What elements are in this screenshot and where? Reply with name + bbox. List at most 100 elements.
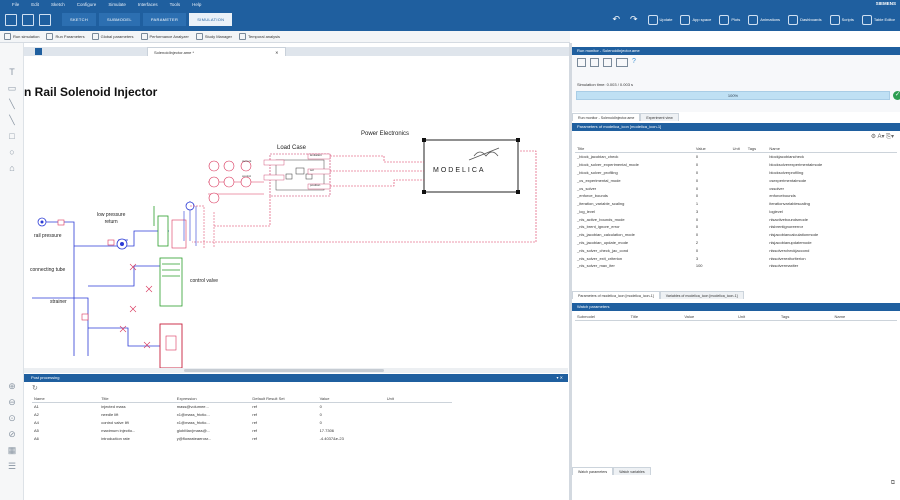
new-file-icon[interactable] <box>5 13 17 26</box>
column-header[interactable]: Value <box>694 145 731 153</box>
table-row[interactable]: _nls_active_bounds_mode 0 nlsactiveboundsm… <box>575 215 897 223</box>
mode-tab-simulation[interactable]: SIMULATION <box>189 13 233 26</box>
ellipse-tool-icon[interactable]: ○ <box>7 147 17 157</box>
table-row[interactable]: _block_solver_profiling 0 blocksolverprofi… <box>575 169 897 177</box>
column-header[interactable]: Value <box>318 395 385 403</box>
panel-menu-icon[interactable]: ▾ ✕ <box>557 374 563 382</box>
toolbar-performance-analyzer[interactable]: Performance Analyzer <box>140 33 189 40</box>
toolbar-temporal-analysis[interactable]: Temporal analysis <box>239 33 280 40</box>
table-row[interactable]: _nls_solver_exit_criterion 3 nlssolverexit… <box>575 254 897 262</box>
document-tab[interactable]: SolenoidInjector.ame * ✕ <box>147 47 286 56</box>
menu-item-interfaces[interactable]: Interfaces <box>138 2 158 7</box>
ribbon-tool-update[interactable]: Update <box>647 14 672 25</box>
menu-item-tools[interactable]: Tools <box>170 2 181 7</box>
rectangle-tool-icon[interactable]: □ <box>7 131 17 141</box>
toolbar-run-simulation[interactable]: Run simulation <box>4 33 39 40</box>
table-row[interactable]: _nls_jacobian_update_mode 2 nlsjacobianupd… <box>575 239 897 247</box>
modelica-block[interactable] <box>423 139 519 193</box>
panel-tab[interactable]: Experiment view <box>640 113 679 121</box>
column-header[interactable]: Title <box>99 395 175 403</box>
table-row[interactable]: A2 needle lift x1@mass_frictio... ref 0 <box>32 411 452 419</box>
layers-icon[interactable]: ☰ <box>7 461 17 471</box>
menu-item-simulate[interactable]: Simulate <box>108 2 126 7</box>
column-header[interactable]: Name <box>767 145 897 153</box>
table-row[interactable]: A4 control valve lift x1@mass_frictio... re… <box>32 419 452 427</box>
toolbar-study-manager[interactable]: Study Manager <box>195 33 232 40</box>
table-row[interactable]: _enforce_bounds 0 enforcebounds <box>575 192 897 200</box>
scrollbar-thumb[interactable] <box>184 369 384 372</box>
table-row[interactable]: A5 maximum injectio... globMax(mass@... ref… <box>32 426 452 434</box>
zoom-in-icon[interactable]: ⊕ <box>7 381 17 391</box>
panel-tab[interactable]: Watch parameters <box>572 467 614 475</box>
close-tab-icon[interactable]: ✕ <box>275 50 278 55</box>
menu-item-configure[interactable]: Configure <box>77 2 97 7</box>
ribbon-tool-table-editor[interactable]: Table Editor <box>861 14 895 25</box>
ribbon-tool-plots[interactable]: Plots <box>719 14 740 25</box>
table-row[interactable]: _block_jacobian_check 0 blockjacobiancheck <box>575 153 897 161</box>
table-row[interactable]: _cs_solver 0 cssolver <box>575 184 897 192</box>
table-row[interactable]: _nls_solver_check_jac_cond 0 nlssolverchec… <box>575 246 897 254</box>
image-tool-icon[interactable]: ▭ <box>7 83 17 93</box>
pause-icon[interactable] <box>603 58 612 67</box>
toolbar-global-parameters[interactable]: Global parameters <box>91 33 134 40</box>
line-tool-icon[interactable]: ╲ <box>7 99 17 109</box>
table-row[interactable]: _log_level 3 loglevel <box>575 207 897 215</box>
options-icon[interactable] <box>616 58 628 67</box>
text-tool-icon[interactable]: T <box>7 67 17 77</box>
panel-tab[interactable]: Parameters of modelica_icon [modelica_ic… <box>572 291 660 299</box>
zoom-out-icon[interactable]: ⊖ <box>7 397 17 407</box>
zoom-fit-icon[interactable]: ⊙ <box>7 413 17 423</box>
menu-item-edit[interactable]: Edit <box>31 2 39 7</box>
column-header[interactable]: Expression <box>175 395 251 403</box>
zoom-select-icon[interactable]: ⊘ <box>7 429 17 439</box>
table-row[interactable]: _cs_experimental_mode 0 csexperimentalmode <box>575 176 897 184</box>
ribbon-tool-animations[interactable]: Animations <box>748 14 780 25</box>
column-header[interactable]: Tags <box>746 145 768 153</box>
mode-tab-submodel[interactable]: SUBMODEL <box>99 13 140 26</box>
polygon-tool-icon[interactable]: ⌂ <box>7 163 17 173</box>
panel-corner-icon[interactable]: ⧉ <box>891 480 895 487</box>
model-canvas[interactable]: n Rail Solenoid Injector Load Case Power… <box>24 56 568 368</box>
arrow-tool-icon[interactable]: ╲ <box>7 115 17 125</box>
ribbon-tool-app-space[interactable]: App space <box>680 14 711 25</box>
column-header[interactable]: Title <box>629 313 683 321</box>
table-row[interactable]: A1 injected mass mass@volumee... ref 0 <box>32 403 452 411</box>
mode-tab-sketch[interactable]: SKETCH <box>62 13 97 26</box>
column-header[interactable]: Unit <box>736 313 779 321</box>
column-header[interactable]: Tags <box>779 313 833 321</box>
table-row[interactable]: _block_solver_experimental_mode 0 blocksol… <box>575 161 897 169</box>
column-header[interactable]: Title <box>575 145 694 153</box>
table-row[interactable]: _nls_solver_max_iter 100 nlssolvermaxiter <box>575 262 897 270</box>
column-header[interactable]: Default Result Set <box>250 395 317 403</box>
column-header[interactable]: Unit <box>731 145 746 153</box>
refresh-icon[interactable]: ↻ <box>32 384 38 392</box>
ribbon-tool-dashboards[interactable]: Dashboards <box>788 14 822 25</box>
column-header[interactable]: Value <box>682 313 736 321</box>
column-header[interactable]: Name <box>32 395 99 403</box>
stop-icon[interactable] <box>577 58 586 67</box>
menu-item-file[interactable]: File <box>12 2 19 7</box>
canvas-horizontal-scrollbar[interactable] <box>24 368 568 373</box>
menu-item-help[interactable]: Help <box>192 2 201 7</box>
table-row[interactable]: A6 introduction rate y@flowrateaerosr... re… <box>32 434 452 442</box>
panel-tab[interactable]: Watch variables <box>613 467 651 475</box>
table-row[interactable]: _nls_brent_ignore_error 0 nlsbrentignoreer… <box>575 223 897 231</box>
table-row[interactable]: _nls_jacobian_calculation_mode 0 nlsjacobi… <box>575 231 897 239</box>
toolbar-run-parameters[interactable]: Run Parameters <box>46 33 85 40</box>
table-row[interactable]: _iteration_variable_scaling 1 iterationvar… <box>575 200 897 208</box>
help-icon[interactable]: ? <box>632 58 636 67</box>
menu-item-sketch[interactable]: Sketch <box>51 2 65 7</box>
mode-tab-parameter[interactable]: PARAMETER <box>142 13 187 26</box>
redo-icon[interactable]: ↷ <box>630 14 638 25</box>
panel-tab[interactable]: Variables of modelica_icon [modelica_ico… <box>659 291 744 299</box>
panel-tab[interactable]: Run monitor - SolenoidInjector.ame <box>572 113 641 121</box>
ribbon-tool-scripts[interactable]: Scripts <box>829 14 854 25</box>
column-header[interactable]: Unit <box>385 395 452 403</box>
column-header[interactable]: Name <box>833 313 897 321</box>
save-icon[interactable] <box>39 13 51 26</box>
undo-icon[interactable]: ↶ <box>612 14 620 25</box>
grid-icon[interactable]: ▦ <box>7 445 17 455</box>
parameter-tools-icon[interactable]: ⚙ A▾ ⎘▾ <box>871 133 894 141</box>
open-folder-icon[interactable] <box>22 13 34 26</box>
play-icon[interactable] <box>590 58 599 67</box>
